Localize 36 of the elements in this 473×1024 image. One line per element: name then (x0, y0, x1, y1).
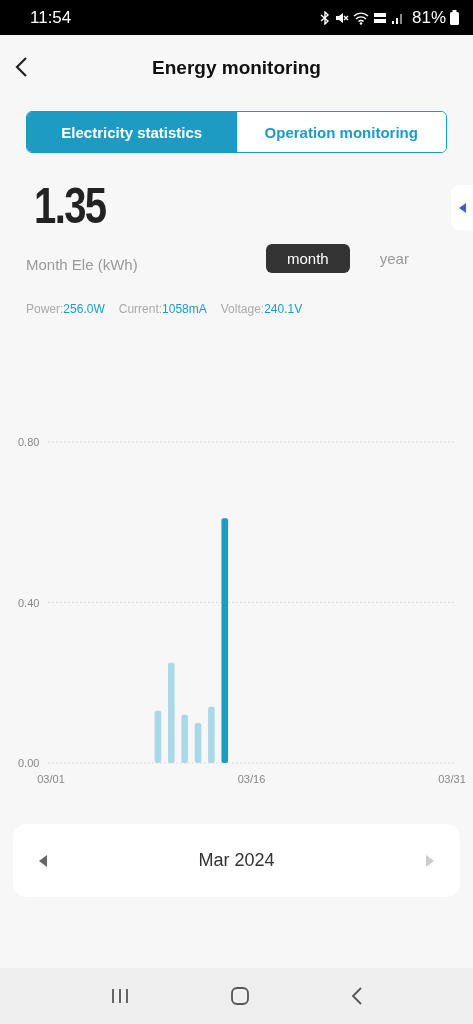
reading-text: Current:1058mA (118, 302, 207, 318)
energy-value: 1.35 (33, 181, 107, 231)
page-title: Energy monitoring (152, 57, 321, 79)
month-label: Mar 2024 (198, 850, 275, 871)
tab[interactable]: Electricity statistics (27, 112, 237, 152)
reading-text: Voltage:240.1V (220, 302, 303, 318)
back-nav-icon[interactable] (350, 987, 363, 1005)
axis-label: 03/16 (237, 773, 266, 785)
caret-left-icon (39, 854, 47, 867)
caret-right-icon (426, 854, 434, 867)
mute-icon (334, 10, 349, 25)
axis-label: 0.40 (18, 596, 40, 609)
side-tab[interactable] (451, 185, 473, 230)
back-icon (14, 56, 28, 78)
next-month-button[interactable] (426, 854, 434, 867)
caret-icon (458, 202, 466, 213)
reading-text: Power:256.0W (26, 302, 105, 318)
home-icon[interactable] (229, 986, 250, 1006)
axis-label: 0.80 (18, 436, 40, 448)
wifi-icon (352, 10, 369, 25)
bluetooth-icon (318, 10, 331, 25)
axis-label: 0.00 (18, 757, 40, 769)
back-button[interactable] (14, 56, 28, 78)
clock: 11:54 (30, 7, 72, 28)
period-option[interactable]: month (266, 244, 350, 273)
bar[interactable] (221, 518, 229, 763)
axis-label: 03/01 (37, 773, 65, 785)
energy-label: Month Ele (kWh) (26, 256, 139, 273)
previous-month-button[interactable] (39, 854, 47, 867)
bar[interactable] (194, 722, 202, 763)
period-option[interactable]: year (361, 244, 427, 273)
tab[interactable]: Operation monitoring (236, 112, 446, 152)
recent-apps-icon[interactable] (110, 988, 129, 1004)
battery-icon (450, 10, 459, 25)
axis-label: 03/31 (438, 773, 466, 785)
battery-level: 81% (411, 7, 446, 28)
